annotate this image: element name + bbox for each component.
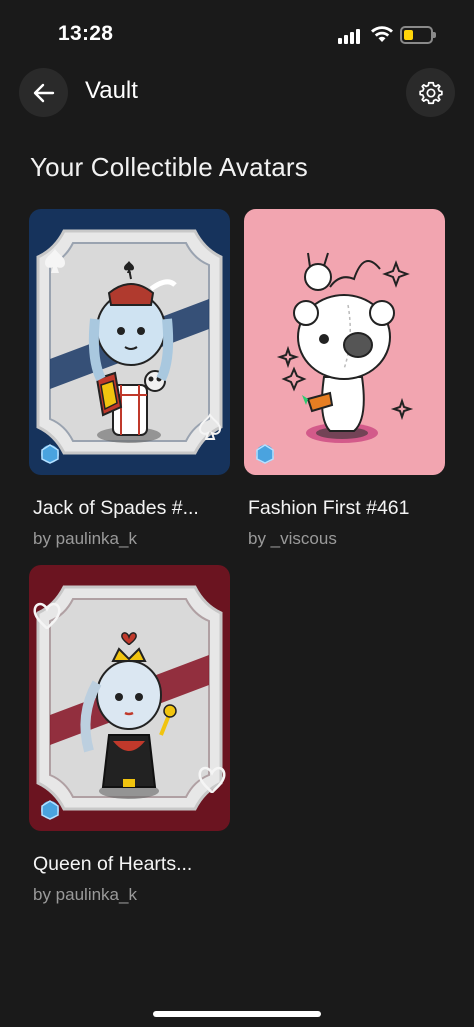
avatar-creator: by paulinka_k — [33, 885, 137, 904]
back-button[interactable] — [19, 68, 68, 117]
battery-icon — [400, 26, 436, 44]
avatar-card-jack-of-spades[interactable]: Jack of Spades #... by paulinka_k — [29, 209, 230, 549]
vault-screen: 13:28 Vault Your Collectible Avatars Jac… — [0, 0, 474, 1027]
avatar-image — [29, 209, 230, 475]
gear-icon — [418, 81, 443, 104]
avatar-card-queen-of-hearts[interactable]: Queen of Hearts... by paulinka_k — [29, 565, 230, 905]
wifi-icon — [371, 26, 393, 42]
avatar-name: Fashion First #461 — [248, 497, 410, 519]
avatar-creator: by paulinka_k — [33, 529, 137, 548]
section-title: Your Collectible Avatars — [30, 152, 308, 182]
avatar-image — [29, 565, 230, 831]
status-time: 13:28 — [58, 22, 114, 45]
arrow-left-icon — [33, 83, 54, 102]
home-indicator[interactable] — [153, 1011, 321, 1017]
avatar-image — [244, 209, 445, 475]
status-bar: 13:28 — [0, 0, 474, 70]
avatar-creator: by _viscous — [248, 529, 337, 548]
page-title: Vault — [85, 77, 138, 104]
avatar-card-fashion-first[interactable]: Fashion First #461 by _viscous — [244, 209, 445, 549]
cellular-signal-icon — [338, 28, 362, 44]
avatar-name: Queen of Hearts... — [33, 853, 193, 875]
settings-button[interactable] — [406, 68, 455, 117]
avatar-name: Jack of Spades #... — [33, 497, 199, 519]
